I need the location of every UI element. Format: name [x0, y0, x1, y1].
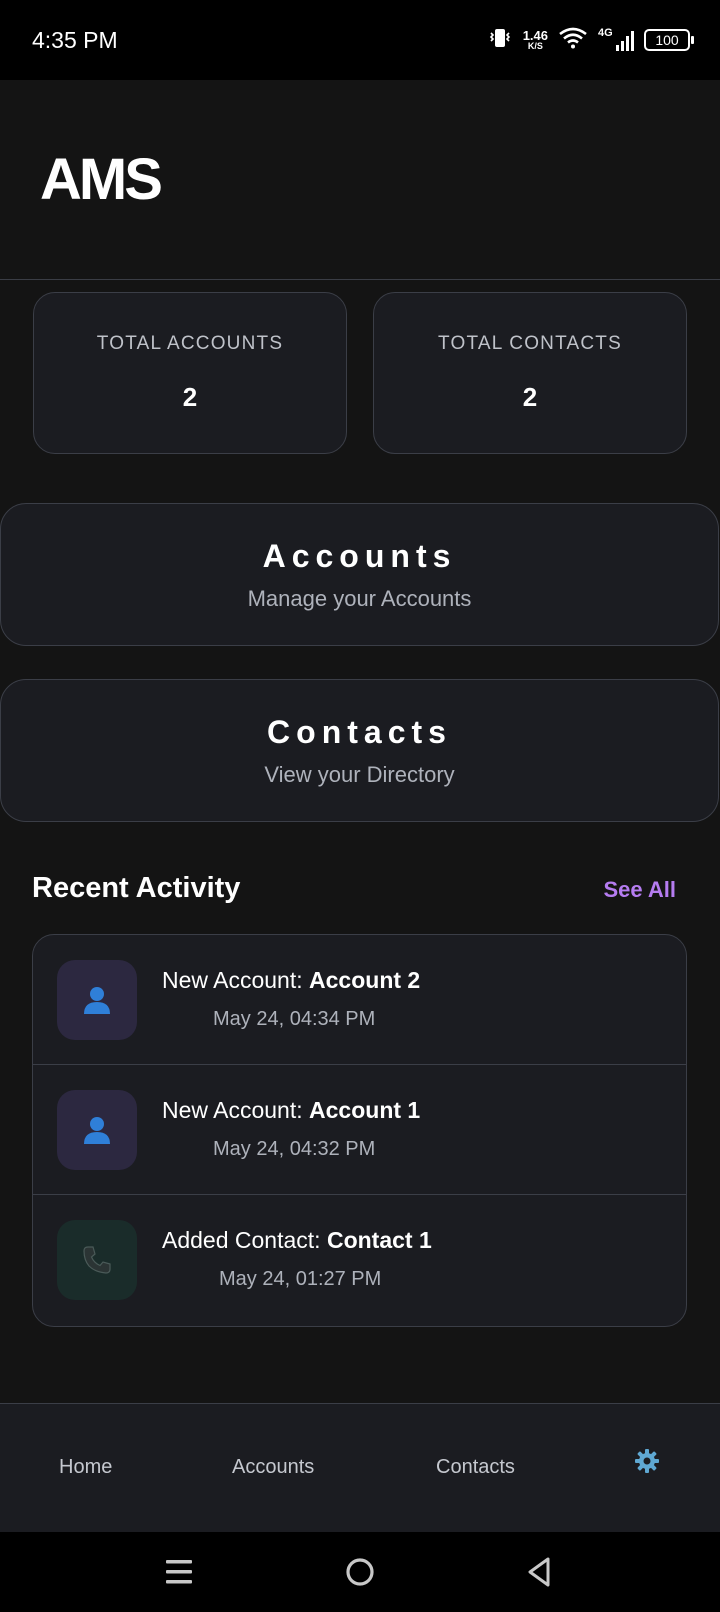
activity-name: Contact 1 — [326, 1227, 432, 1253]
stat-value: 2 — [522, 382, 538, 412]
nav-accounts[interactable]: Accounts — [232, 1456, 314, 1479]
network-type: 4G — [598, 27, 613, 39]
battery-icon: 100 — [644, 29, 694, 51]
accounts-card-subtitle: Manage your Accounts — [247, 586, 472, 611]
activity-prefix: New Account: — [162, 1097, 310, 1123]
back-icon[interactable] — [522, 1554, 558, 1590]
person-icon — [57, 1090, 137, 1170]
activity-time: May 24, 04:34 PM — [213, 1008, 376, 1030]
status-bar: 4:35 PM 1.46 K/S 4G 100 — [0, 0, 720, 80]
stat-value: 2 — [182, 382, 198, 412]
gear-icon[interactable] — [634, 1448, 664, 1478]
status-icons: 1.46 K/S 4G 100 — [487, 24, 694, 56]
activity-time: May 24, 04:32 PM — [213, 1138, 376, 1160]
menu-icon[interactable] — [162, 1554, 198, 1590]
activity-text: New Account: Account 2 — [162, 967, 420, 994]
activity-prefix: New Account: — [162, 967, 310, 993]
status-time: 4:35 PM — [32, 27, 118, 53]
signal-icon: 4G — [598, 27, 634, 53]
activity-list: New Account: Account 2 May 24, 04:34 PM … — [32, 934, 687, 1327]
activity-prefix: Added Contact: — [162, 1227, 327, 1253]
battery-level: 100 — [655, 32, 679, 48]
net-speed: 1.46 K/S — [523, 29, 548, 51]
contacts-card-subtitle: View your Directory — [264, 762, 455, 787]
total-contacts-card: TOTAL CONTACTS 2 — [373, 292, 687, 454]
see-all-link[interactable]: See All — [603, 877, 676, 903]
activity-name: Account 1 — [309, 1097, 421, 1123]
app-title: AMS — [40, 147, 163, 212]
total-accounts-card: TOTAL ACCOUNTS 2 — [33, 292, 347, 454]
person-icon — [57, 960, 137, 1040]
wifi-icon — [558, 26, 588, 55]
phone-icon — [57, 1220, 137, 1300]
activity-time: May 24, 01:27 PM — [219, 1268, 382, 1290]
nav-home[interactable]: Home — [59, 1456, 112, 1479]
stat-label: TOTAL ACCOUNTS — [96, 333, 284, 354]
home-circle-icon[interactable] — [342, 1554, 378, 1590]
activity-item[interactable]: Added Contact: Contact 1 May 24, 01:27 P… — [33, 1195, 686, 1325]
activity-item[interactable]: New Account: Account 2 May 24, 04:34 PM — [33, 935, 686, 1065]
bottom-nav: Home Accounts Contacts — [0, 1403, 720, 1532]
app-header: AMS — [0, 80, 720, 280]
vibrate-icon — [487, 26, 513, 55]
nav-contacts[interactable]: Contacts — [436, 1456, 515, 1479]
activity-text: Added Contact: Contact 1 — [162, 1227, 432, 1254]
contacts-card-title: Contacts — [267, 714, 452, 750]
activity-item[interactable]: New Account: Account 1 May 24, 04:32 PM — [33, 1065, 686, 1195]
accounts-card-title: Accounts — [262, 538, 457, 574]
recent-activity-title: Recent Activity — [32, 872, 241, 904]
stat-label: TOTAL CONTACTS — [438, 333, 622, 354]
net-speed-unit: K/S — [527, 41, 543, 51]
system-nav-bar — [0, 1532, 720, 1612]
activity-name: Account 2 — [309, 967, 421, 993]
activity-text: New Account: Account 1 — [162, 1097, 420, 1124]
contacts-card[interactable]: Contacts View your Directory — [0, 679, 719, 822]
accounts-card[interactable]: Accounts Manage your Accounts — [0, 503, 719, 646]
